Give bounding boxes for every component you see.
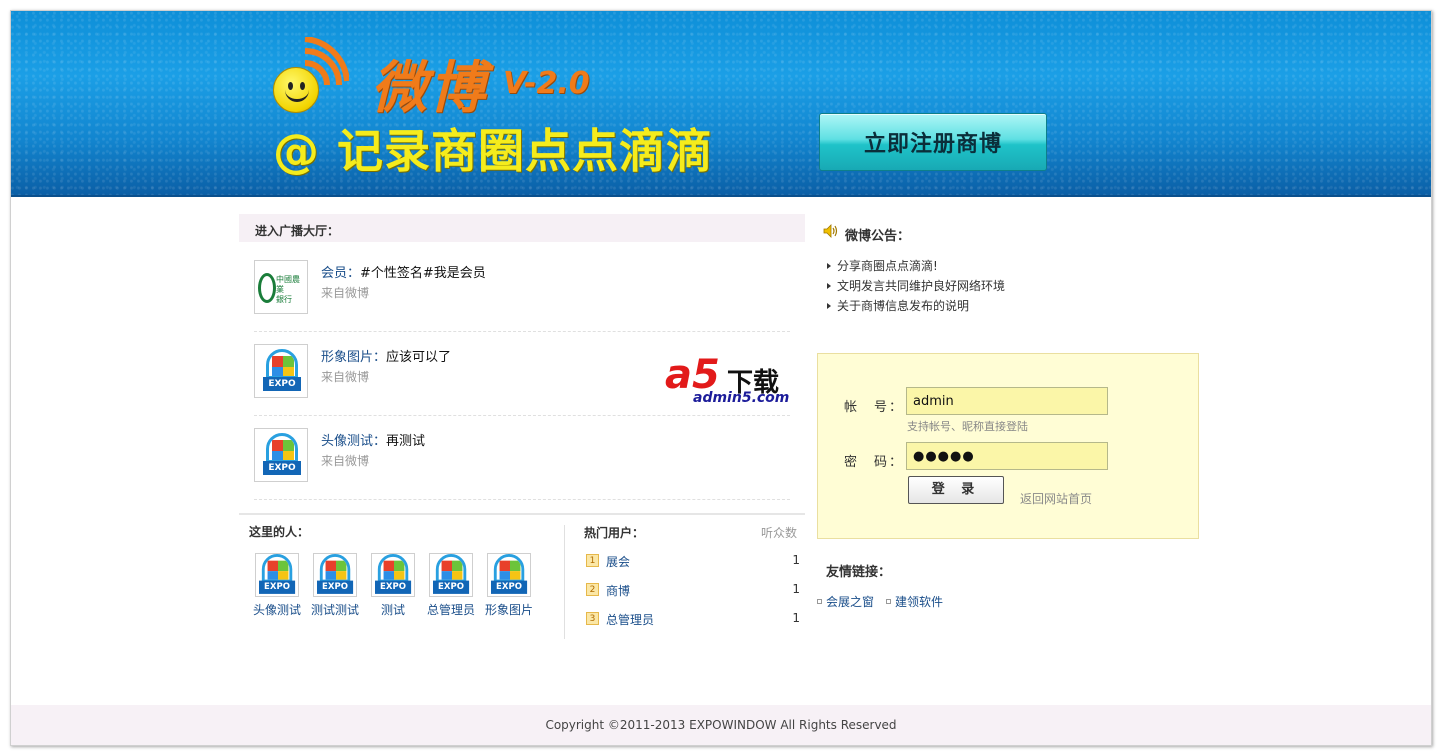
notice-title: 微博公告： <box>845 229 911 244</box>
smiley-logo-icon <box>273 67 319 113</box>
post-content: 再测试 <box>386 434 426 449</box>
person-avatar[interactable]: EXPO <box>371 553 415 597</box>
watermark-url: admin5.com <box>693 390 790 406</box>
hot-user-count: 1 <box>792 553 800 567</box>
password-input[interactable] <box>906 442 1108 470</box>
account-hint: 支持帐号、昵称直接登陆 <box>907 420 1028 433</box>
friend-links-title: 友情链接： <box>826 565 892 580</box>
expo-logo-icon: EXPO <box>491 554 528 596</box>
people-title: 这里的人： <box>249 525 310 539</box>
expo-logo-icon: EXPO <box>263 433 301 477</box>
person-item[interactable]: EXPO 测试 <box>365 553 421 618</box>
friend-link[interactable]: 会展之窗 <box>817 593 874 610</box>
person-item[interactable]: EXPO 头像测试 <box>249 553 305 618</box>
hot-user-row: 3 总管理员 1 <box>584 610 800 630</box>
post-content: #个性签名#我是会员 <box>360 266 486 281</box>
notice-item[interactable]: 分享商圈点点滴滴! <box>827 257 938 274</box>
hot-user-name[interactable]: 商博 <box>606 582 630 599</box>
post-item: 中國農業 銀行 会员：#个性签名#我是会员 来自微博 <box>254 248 790 332</box>
friend-link-label[interactable]: 建领软件 <box>895 595 943 609</box>
post-avatar[interactable]: EXPO <box>254 344 308 398</box>
header-banner: 微博 V-2.0 @ 记录商圈点点滴滴 立即注册商博 <box>11 11 1431 197</box>
friend-link-label[interactable]: 会展之窗 <box>826 595 874 609</box>
post-source: 来自微博 <box>321 370 370 384</box>
person-avatar[interactable]: EXPO <box>313 553 357 597</box>
divider <box>239 513 805 515</box>
post-avatar[interactable]: EXPO <box>254 428 308 482</box>
post-author[interactable]: 形象图片： <box>321 350 386 365</box>
post-item: EXPO 头像测试：再测试 来自微博 <box>254 416 790 500</box>
vertical-divider <box>564 525 565 639</box>
person-name[interactable]: 总管理员 <box>423 601 479 618</box>
a5-watermark-logo: a5 下载 admin5.com <box>651 352 801 408</box>
bullet-icon <box>886 599 891 604</box>
rank-badge: 3 <box>586 612 599 625</box>
expo-logo-icon: EXPO <box>375 554 412 596</box>
notice-item[interactable]: 关于商博信息发布的说明 <box>827 297 969 314</box>
post-avatar[interactable]: 中國農業 銀行 <box>254 260 308 314</box>
person-avatar[interactable]: EXPO <box>429 553 473 597</box>
expo-logo-icon: EXPO <box>259 554 296 596</box>
friend-link[interactable]: 建领软件 <box>886 593 943 610</box>
password-label: 密 码： <box>844 455 905 470</box>
hot-users-listen-label: 听众数 <box>761 526 798 540</box>
person-name[interactable]: 测试测试 <box>307 601 363 618</box>
account-input[interactable] <box>906 387 1108 415</box>
post-author[interactable]: 头像测试： <box>321 434 386 449</box>
login-form: 帐 号： 支持帐号、昵称直接登陆 密 码： 登 录 返回网站首页 <box>817 353 1199 539</box>
expo-logo-icon: EXPO <box>317 554 354 596</box>
person-name[interactable]: 形象图片 <box>481 601 537 618</box>
post-author-line: 形象图片：应该可以了 <box>321 346 451 365</box>
person-item[interactable]: EXPO 测试测试 <box>307 553 363 618</box>
post-content: 应该可以了 <box>386 350 452 365</box>
expo-logo-icon: EXPO <box>433 554 470 596</box>
bullet-icon <box>817 599 822 604</box>
bank-logo-icon: 中國農業 銀行 <box>258 269 306 307</box>
expo-logo-icon: EXPO <box>263 349 301 393</box>
account-label: 帐 号： <box>844 400 905 415</box>
rank-badge: 1 <box>586 554 599 567</box>
hot-user-count: 1 <box>792 611 800 625</box>
register-button[interactable]: 立即注册商博 <box>819 113 1047 171</box>
post-source: 来自微博 <box>321 454 370 468</box>
hot-user-row: 1 展会 1 <box>584 552 800 572</box>
person-name[interactable]: 头像测试 <box>249 601 305 618</box>
person-item[interactable]: EXPO 形象图片 <box>481 553 537 618</box>
login-button[interactable]: 登 录 <box>908 476 1004 504</box>
hot-user-count: 1 <box>792 582 800 596</box>
footer-copyright: Copyright ©2011-2013 EXPOWINDOW All Righ… <box>11 705 1431 745</box>
post-author-line: 头像测试：再测试 <box>321 430 425 449</box>
hot-user-name[interactable]: 总管理员 <box>606 611 654 628</box>
brand-slogan: @ 记录商圈点点滴滴 <box>273 124 714 178</box>
page-frame: 微博 V-2.0 @ 记录商圈点点滴滴 立即注册商博 进入广播大厅： 中國農業銀… <box>10 10 1432 746</box>
person-avatar[interactable]: EXPO <box>487 553 531 597</box>
speaker-icon <box>823 224 838 238</box>
hot-user-name[interactable]: 展会 <box>606 553 630 570</box>
post-author[interactable]: 会员： <box>321 266 360 281</box>
person-name[interactable]: 测试 <box>365 601 421 618</box>
brand-version: V-2.0 <box>503 66 590 101</box>
rank-badge: 2 <box>586 583 599 596</box>
person-item[interactable]: EXPO 总管理员 <box>423 553 479 618</box>
brand-title: 微博 <box>371 56 487 121</box>
hot-users-title: 热门用户： <box>584 526 645 540</box>
back-home-link[interactable]: 返回网站首页 <box>1020 490 1092 507</box>
hall-title[interactable]: 进入广播大厅： <box>239 214 805 242</box>
hot-user-row: 2 商博 1 <box>584 581 800 601</box>
post-source: 来自微博 <box>321 286 370 300</box>
post-author-line: 会员：#个性签名#我是会员 <box>321 262 486 281</box>
person-avatar[interactable]: EXPO <box>255 553 299 597</box>
notice-item[interactable]: 文明发言共同维护良好网络环境 <box>827 277 1005 294</box>
